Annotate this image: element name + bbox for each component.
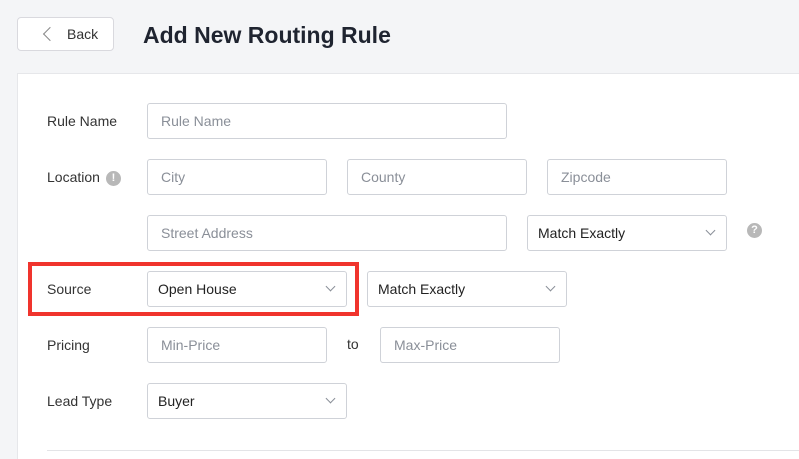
source-highlight-box xyxy=(28,262,359,316)
lead-type-label: Lead Type xyxy=(47,393,113,409)
city-placeholder: City xyxy=(161,169,186,185)
street-address-input[interactable]: Street Address xyxy=(147,215,507,251)
location-label-text: Location xyxy=(47,169,100,185)
zipcode-input[interactable]: Zipcode xyxy=(547,159,727,195)
chevron-down-icon xyxy=(545,281,556,292)
back-button[interactable]: Back xyxy=(17,17,114,51)
location-match-select[interactable]: Match Exactly xyxy=(527,215,727,251)
lead-type-select[interactable]: Buyer xyxy=(147,383,347,419)
county-placeholder: County xyxy=(361,169,406,185)
section-divider xyxy=(47,450,799,451)
rule-name-placeholder: Rule Name xyxy=(161,113,232,129)
pricing-to-text: to xyxy=(347,336,359,352)
source-match-value: Match Exactly xyxy=(378,281,466,297)
source-match-select[interactable]: Match Exactly xyxy=(367,271,567,307)
chevron-down-icon xyxy=(705,225,716,236)
back-button-label: Back xyxy=(67,26,99,42)
street-address-placeholder: Street Address xyxy=(161,225,253,241)
min-price-input[interactable]: Min-Price xyxy=(147,327,327,363)
rule-name-input[interactable]: Rule Name xyxy=(147,103,507,139)
chevron-left-icon xyxy=(42,26,58,42)
min-price-placeholder: Min-Price xyxy=(161,337,221,353)
page-title: Add New Routing Rule xyxy=(143,22,391,48)
location-match-value: Match Exactly xyxy=(538,225,626,241)
routing-rule-page: Back Add New Routing Rule Rule Name Rule… xyxy=(0,0,799,459)
city-input[interactable]: City xyxy=(147,159,327,195)
help-icon[interactable]: ? xyxy=(747,223,762,238)
info-icon[interactable]: ! xyxy=(105,171,121,186)
lead-type-value: Buyer xyxy=(158,393,195,409)
county-input[interactable]: County xyxy=(347,159,527,195)
chevron-down-icon xyxy=(325,393,336,404)
location-label: Location! xyxy=(47,168,121,186)
max-price-input[interactable]: Max-Price xyxy=(380,327,560,363)
rule-name-label: Rule Name xyxy=(47,113,118,129)
pricing-label: Pricing xyxy=(47,337,90,353)
max-price-placeholder: Max-Price xyxy=(394,337,458,353)
zipcode-placeholder: Zipcode xyxy=(561,169,611,185)
